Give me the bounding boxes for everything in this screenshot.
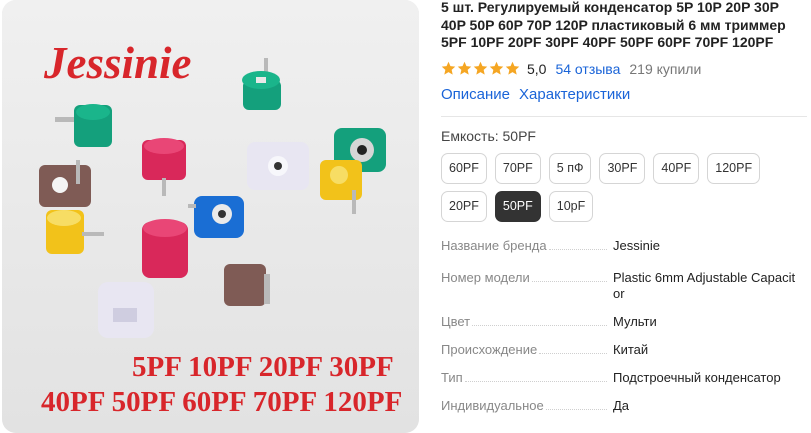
- star-icon: [505, 61, 520, 76]
- product-info-panel: 5 шт. Регулируемый конденсатор 5P 10P 20…: [441, 0, 807, 414]
- capacity-option[interactable]: 60PF: [441, 152, 487, 184]
- caption-line-2: 40PF 50PF 60PF 70PF 120PF: [41, 386, 402, 418]
- info-tabs: Описание Характеристики: [441, 84, 807, 106]
- reviews-link[interactable]: 54 отзыва: [555, 61, 620, 77]
- divider: [441, 115, 807, 117]
- spec-key: Тип: [441, 369, 463, 385]
- capacity-option[interactable]: 20PF: [441, 190, 487, 222]
- capacity-options: 60PF 70PF 5 пФ 30PF 40PF 120PF 20PF 50PF…: [441, 152, 806, 222]
- product-image[interactable]: Jessinie 5PF 10PF 20PF 30PF 40PF 50PF 60…: [2, 0, 419, 433]
- spec-row: Индивидуальное Да: [441, 398, 807, 414]
- star-icon: [441, 61, 456, 76]
- capacity-option[interactable]: 40PF: [653, 152, 700, 184]
- capacity-option[interactable]: 120PF: [707, 152, 761, 184]
- sold-count: 219 купили: [629, 60, 702, 77]
- caption-line-1: 5PF 10PF 20PF 30PF: [132, 351, 394, 383]
- spec-row: Название бренда Jessinie: [441, 238, 807, 254]
- brand-logo: Jessinie: [43, 38, 192, 88]
- capacity-label: Емкость: 50PF: [441, 127, 536, 144]
- rating-row: 5,0 54 отзыва 219 купили: [441, 58, 807, 80]
- star-icon: [473, 61, 488, 76]
- tab-characteristics[interactable]: Характеристики: [519, 86, 630, 103]
- spec-row: Номер модели Plastic 6mm Adjustable Capa…: [441, 270, 807, 302]
- spec-key: Происхождение: [441, 341, 538, 357]
- capacity-option-selected[interactable]: 50PF: [494, 190, 541, 222]
- specs-list: Название бренда Jessinie Номер модели Pl…: [441, 238, 807, 414]
- spec-row: Тип Подстроечный конденсатор: [441, 370, 807, 386]
- capacity-option[interactable]: 30PF: [599, 152, 646, 184]
- capacity-option[interactable]: 5 пФ: [548, 152, 592, 184]
- rating-value: 5,0: [527, 60, 547, 77]
- spec-key: Номер модели: [441, 269, 530, 285]
- spec-value: Подстроечный конденсатор: [613, 369, 781, 385]
- spec-value: Jessinie: [613, 237, 660, 253]
- star-icon: [489, 61, 504, 76]
- spec-row: Цвет Мульти: [441, 314, 807, 330]
- tab-description[interactable]: Описание: [441, 86, 510, 103]
- spec-value: Plastic 6mm Adjustable Capacitor: [613, 269, 796, 301]
- spec-value: Китай: [613, 341, 649, 357]
- star-icon: [457, 61, 472, 76]
- spec-value: Мульти: [613, 313, 657, 329]
- spec-key: Индивидуальное: [441, 397, 544, 413]
- product-title: 5 шт. Регулируемый конденсатор 5P 10P 20…: [441, 0, 786, 51]
- spec-key: Название бренда: [441, 237, 547, 253]
- spec-row: Происхождение Китай: [441, 342, 807, 358]
- rating-stars: [441, 61, 520, 76]
- capacity-option[interactable]: 10pF: [548, 190, 594, 222]
- spec-value: Да: [613, 397, 630, 413]
- spec-key: Цвет: [441, 313, 471, 329]
- capacity-option[interactable]: 70PF: [494, 152, 541, 184]
